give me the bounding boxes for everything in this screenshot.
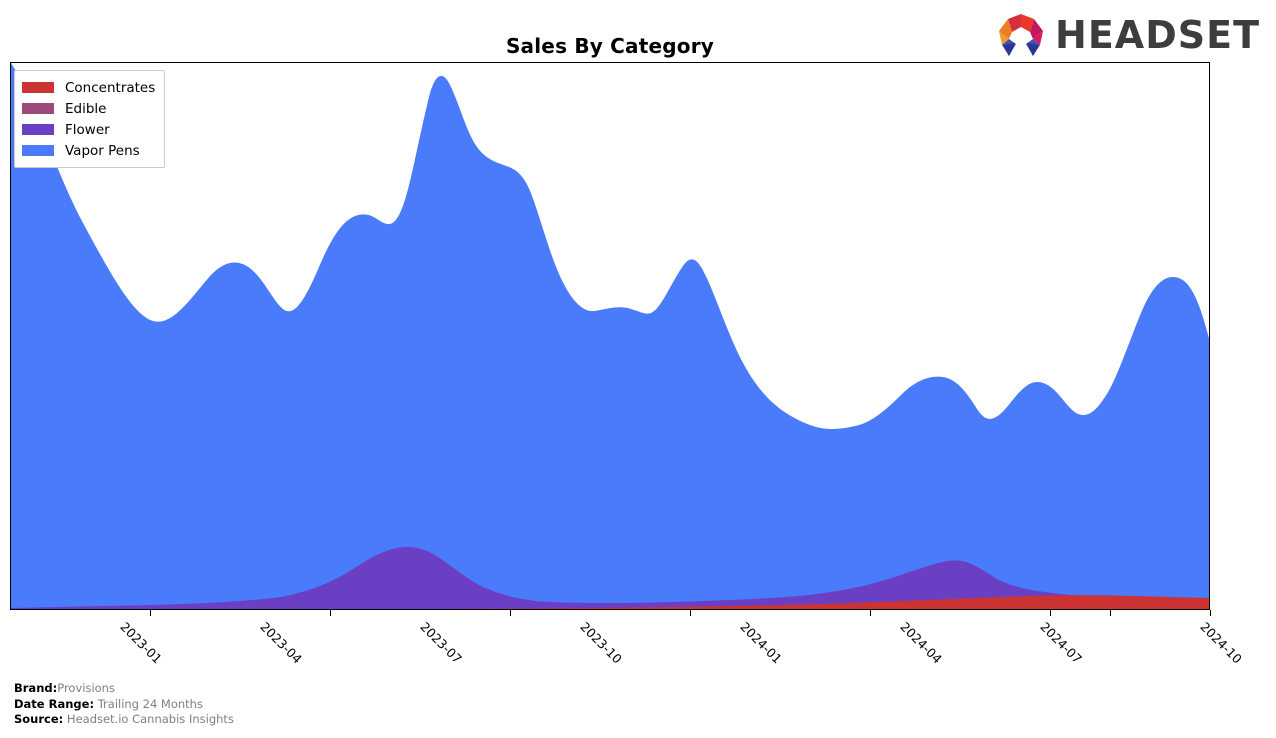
x-tick-mark (690, 610, 691, 616)
headset-logo: HEADSET (995, 12, 1260, 58)
legend-label-edible: Edible (65, 100, 107, 117)
x-tick-mark (1050, 610, 1051, 616)
x-tick-mark (870, 610, 871, 616)
legend-swatch-flower (22, 124, 54, 135)
chart-footer: Brand:Provisions Date Range: Trailing 24… (14, 681, 234, 728)
legend-item-flower[interactable]: Flower (22, 119, 155, 140)
legend-item-edible[interactable]: Edible (22, 98, 155, 119)
legend-label-vapor-pens: Vapor Pens (65, 142, 140, 159)
legend-swatch-vapor-pens (22, 145, 54, 156)
legend-swatch-concentrates (22, 82, 54, 93)
footer-key-source: Source: (14, 712, 64, 726)
x-tick-mark (150, 610, 151, 616)
x-tick-label: 2023-01 (117, 619, 165, 667)
headset-logo-mark (999, 14, 1044, 56)
x-tick-label: 2023-10 (577, 619, 625, 667)
chart-legend: Concentrates Edible Flower Vapor Pens (14, 70, 166, 168)
footer-row-date-range: Date Range: Trailing 24 Months (14, 697, 234, 713)
x-tick-label: 2023-07 (417, 619, 465, 667)
footer-key-date-range: Date Range: (14, 696, 95, 711)
x-tick-label: 2024-07 (1037, 619, 1085, 667)
x-axis: 2023-01 2023-04 2023-07 2023-10 2024-01 … (10, 610, 1245, 670)
footer-key-brand: Brand: (14, 681, 58, 695)
x-tick-mark (510, 610, 511, 616)
x-tick-label: 2024-04 (897, 619, 945, 667)
footer-row-source: Source: Headset.io Cannabis Insights (14, 712, 234, 728)
footer-value-date-range: Trailing 24 Months (97, 696, 203, 711)
headset-wordmark: HEADSET (1055, 13, 1260, 57)
legend-label-flower: Flower (65, 121, 110, 138)
x-tick-mark (330, 610, 331, 616)
series-area-vapor-pens (11, 63, 1209, 609)
footer-value-source: Headset.io Cannabis Insights (66, 712, 234, 726)
stacked-area-chart (11, 63, 1209, 609)
footer-row-brand: Brand:Provisions (14, 681, 234, 697)
x-tick-label: 2024-10 (1197, 619, 1245, 667)
legend-swatch-edible (22, 103, 54, 114)
x-tick-mark (1110, 610, 1111, 616)
legend-item-vapor-pens[interactable]: Vapor Pens (22, 140, 155, 161)
x-tick-label: 2023-04 (257, 619, 305, 667)
legend-label-concentrates: Concentrates (65, 79, 156, 96)
x-tick-label: 2024-01 (737, 619, 785, 667)
legend-item-concentrates[interactable]: Concentrates (22, 77, 155, 98)
x-tick-mark (1210, 610, 1211, 616)
chart-plot-area (10, 62, 1210, 610)
footer-value-brand: Provisions (57, 681, 115, 695)
